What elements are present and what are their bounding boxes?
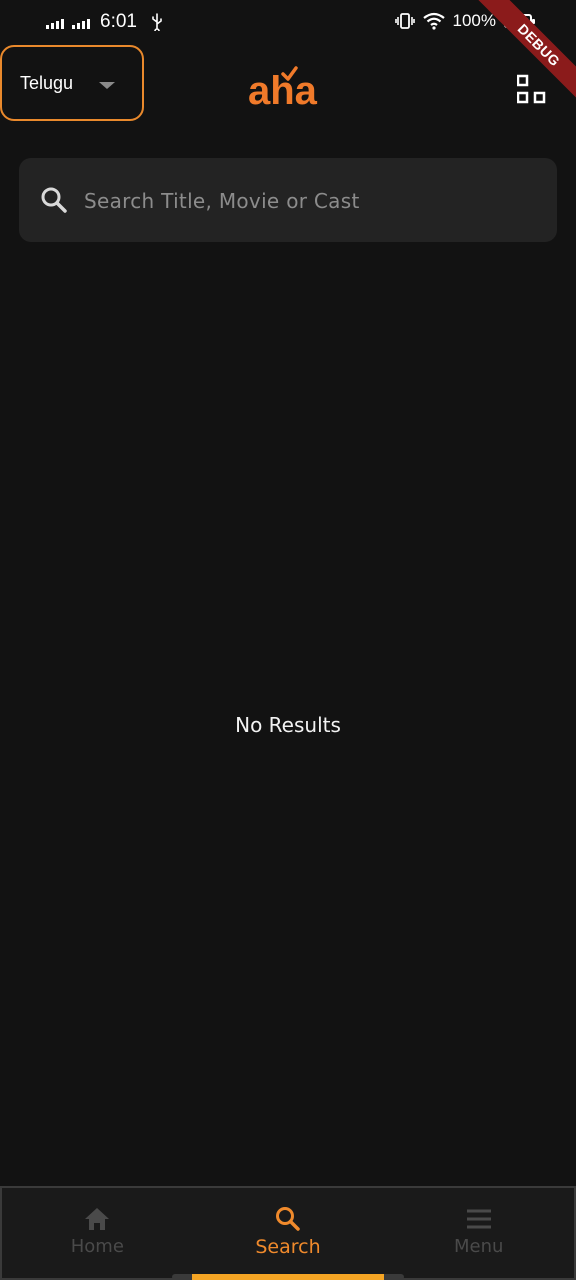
battery-percent: 100%: [452, 11, 496, 30]
search-icon: [41, 187, 67, 213]
qr-code-icon[interactable]: [517, 70, 547, 104]
home-icon: [85, 1208, 110, 1230]
nav-menu-label: Menu: [453, 1236, 504, 1257]
nav-home[interactable]: Home: [2, 1188, 193, 1278]
status-bar: 6:01 100%: [0, 0, 576, 46]
battery-icon: [504, 14, 535, 28]
caret-down-icon: [99, 82, 115, 89]
no-results-message: No Results: [235, 713, 341, 737]
nav-search[interactable]: Search: [193, 1188, 384, 1278]
search-input[interactable]: [84, 180, 524, 222]
vibrate-icon: [394, 13, 415, 29]
language-dropdown[interactable]: Telugu: [0, 45, 144, 121]
wifi-icon: [422, 12, 445, 30]
clock: 6:01: [100, 11, 137, 32]
language-label: Telugu: [20, 72, 74, 93]
search-icon: [276, 1207, 300, 1231]
bottom-navigation: Home Search Menu: [0, 1186, 576, 1280]
status-left: 6:01: [46, 11, 163, 33]
nav-search-label: Search: [255, 1236, 321, 1258]
usb-icon: [152, 13, 162, 31]
signal-icon: [46, 15, 64, 29]
signal-icon-2: [72, 15, 90, 29]
nav-menu[interactable]: Menu: [383, 1188, 574, 1278]
nav-home-label: Home: [70, 1236, 124, 1257]
status-right: 100%: [394, 11, 535, 31]
aha-logo: aha: [248, 66, 318, 110]
menu-icon: [466, 1209, 491, 1229]
active-tab-indicator: [192, 1274, 384, 1280]
